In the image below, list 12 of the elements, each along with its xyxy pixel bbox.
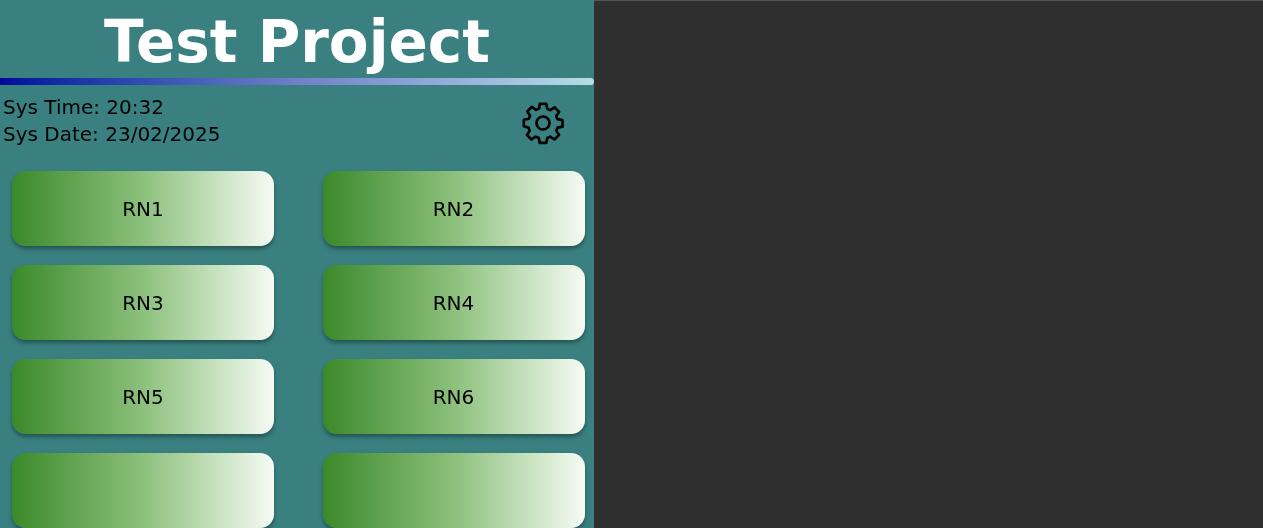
room-button[interactable]	[12, 453, 274, 528]
settings-icon[interactable]	[520, 100, 566, 146]
room-button[interactable]: RN6	[322, 359, 585, 434]
room-button[interactable]: RN3	[12, 265, 274, 340]
system-date: Sys Date: 23/02/2025	[3, 121, 221, 148]
room-button[interactable]: RN1	[12, 171, 274, 246]
app-title: Test Project	[104, 7, 490, 78]
room-button[interactable]: RN4	[322, 265, 585, 340]
room-button[interactable]: RN2	[322, 171, 585, 246]
room-button[interactable]: RN5	[12, 359, 274, 434]
room-button[interactable]	[322, 453, 585, 528]
system-time: Sys Time: 20:32	[3, 94, 165, 121]
